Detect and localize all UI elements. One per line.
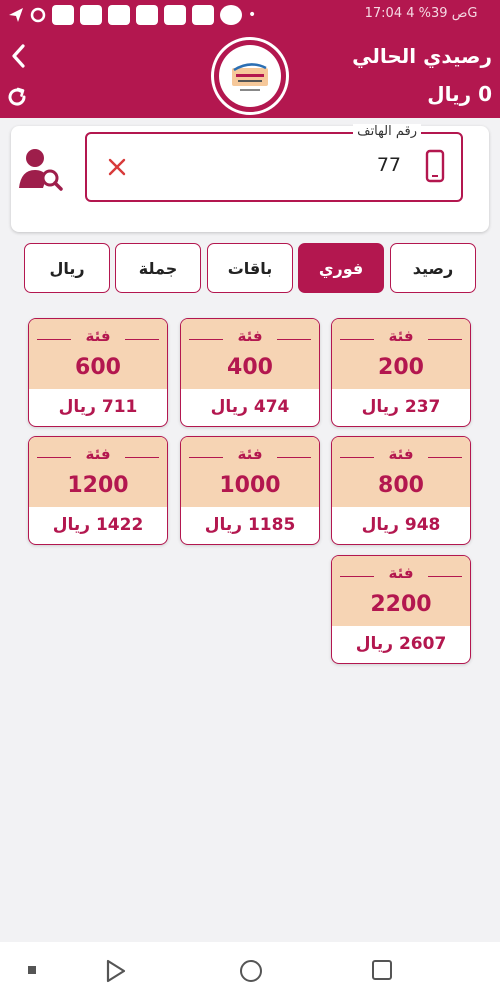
card-category: فئة — [237, 327, 263, 345]
clear-button[interactable] — [105, 154, 129, 180]
card-category: فئة — [388, 564, 414, 582]
refresh-button[interactable] — [4, 84, 30, 110]
status-bar: • 17:04 ص 39% 4G — [0, 0, 500, 32]
notification-icon — [192, 5, 214, 25]
balance-title: رصيدي الحالي — [352, 44, 492, 68]
category-tabs: ريال جملة باقات فوري رصيد — [24, 243, 476, 293]
card-category: فئة — [85, 445, 111, 463]
card-price: 474 ريال — [210, 397, 290, 417]
card-price: 711 ريال — [58, 397, 138, 417]
card-price: 948 ريال — [361, 515, 441, 535]
menu-dot-icon[interactable] — [28, 966, 36, 974]
app-logo — [211, 37, 289, 115]
card-price: 1185 ريال — [204, 515, 296, 535]
close-icon — [108, 158, 126, 176]
card-price: 1422 ريال — [52, 515, 144, 535]
notification-icon — [52, 5, 74, 25]
nav-back-icon[interactable] — [104, 958, 128, 984]
logo-badge — [219, 45, 281, 107]
notification-icon — [220, 5, 242, 25]
tab-riyal[interactable]: ريال — [24, 243, 110, 293]
card-category: فئة — [85, 327, 111, 345]
phone-number-field[interactable]: رقم الهاتف 77 — [85, 124, 463, 202]
contact-search-button[interactable] — [15, 146, 65, 194]
card-category: فئة — [388, 445, 414, 463]
more-dots-icon: • — [248, 7, 257, 23]
denomination-card[interactable]: فئة 800 948 ريال — [331, 436, 471, 545]
phone-label: رقم الهاتف — [353, 124, 421, 139]
notification-icon — [164, 5, 186, 25]
send-icon — [9, 8, 23, 22]
user-search-icon — [19, 149, 63, 191]
balance-value: 0 ريال — [427, 82, 492, 106]
card-amount: 1200 — [67, 473, 129, 498]
tab-packages[interactable]: باقات — [207, 243, 293, 293]
status-text: 17:04 ص 39% 4G — [364, 6, 478, 21]
card-category: فئة — [388, 327, 414, 345]
card-amount: 1000 — [219, 473, 281, 498]
notification-icon — [80, 5, 102, 25]
card-amount: 400 — [227, 355, 273, 380]
mobile-phone-icon — [425, 149, 445, 183]
refresh-icon — [8, 87, 26, 106]
status-icons: • — [8, 5, 256, 25]
tab-wholesale[interactable]: جملة — [115, 243, 201, 293]
card-category: فئة — [237, 445, 263, 463]
card-amount: 2200 — [370, 592, 432, 617]
card-price: 237 ريال — [361, 397, 441, 417]
notification-icon — [136, 5, 158, 25]
system-nav-bar — [0, 942, 500, 1000]
phone-card: رقم الهاتف 77 — [11, 124, 489, 232]
card-amount: 800 — [378, 473, 424, 498]
denomination-card[interactable]: فئة 1200 1422 ريال — [28, 436, 168, 545]
denomination-card[interactable]: فئة 200 237 ريال — [331, 318, 471, 427]
app-header: • 17:04 ص 39% 4G رصيدي الحالي 0 ريال — [0, 0, 500, 118]
card-amount: 200 — [378, 355, 424, 380]
phone-input[interactable]: 77 — [377, 154, 401, 176]
denomination-card[interactable]: فئة 400 474 ريال — [180, 318, 320, 427]
nav-recents-icon[interactable] — [372, 960, 392, 980]
company-logo-icon — [232, 63, 268, 91]
denomination-card[interactable]: فئة 1000 1185 ريال — [180, 436, 320, 545]
card-amount: 600 — [75, 355, 121, 380]
chevron-left-icon — [12, 44, 25, 68]
notification-icon — [108, 5, 130, 25]
nav-home-icon[interactable] — [240, 960, 262, 982]
sync-icon — [30, 7, 46, 23]
tab-instant[interactable]: فوري — [298, 243, 384, 293]
denomination-card[interactable]: فئة 2200 2607 ريال — [331, 555, 471, 664]
card-price: 2607 ريال — [355, 634, 447, 654]
denomination-card[interactable]: فئة 600 711 ريال — [28, 318, 168, 427]
back-button[interactable] — [6, 40, 30, 72]
tab-balance[interactable]: رصيد — [390, 243, 476, 293]
